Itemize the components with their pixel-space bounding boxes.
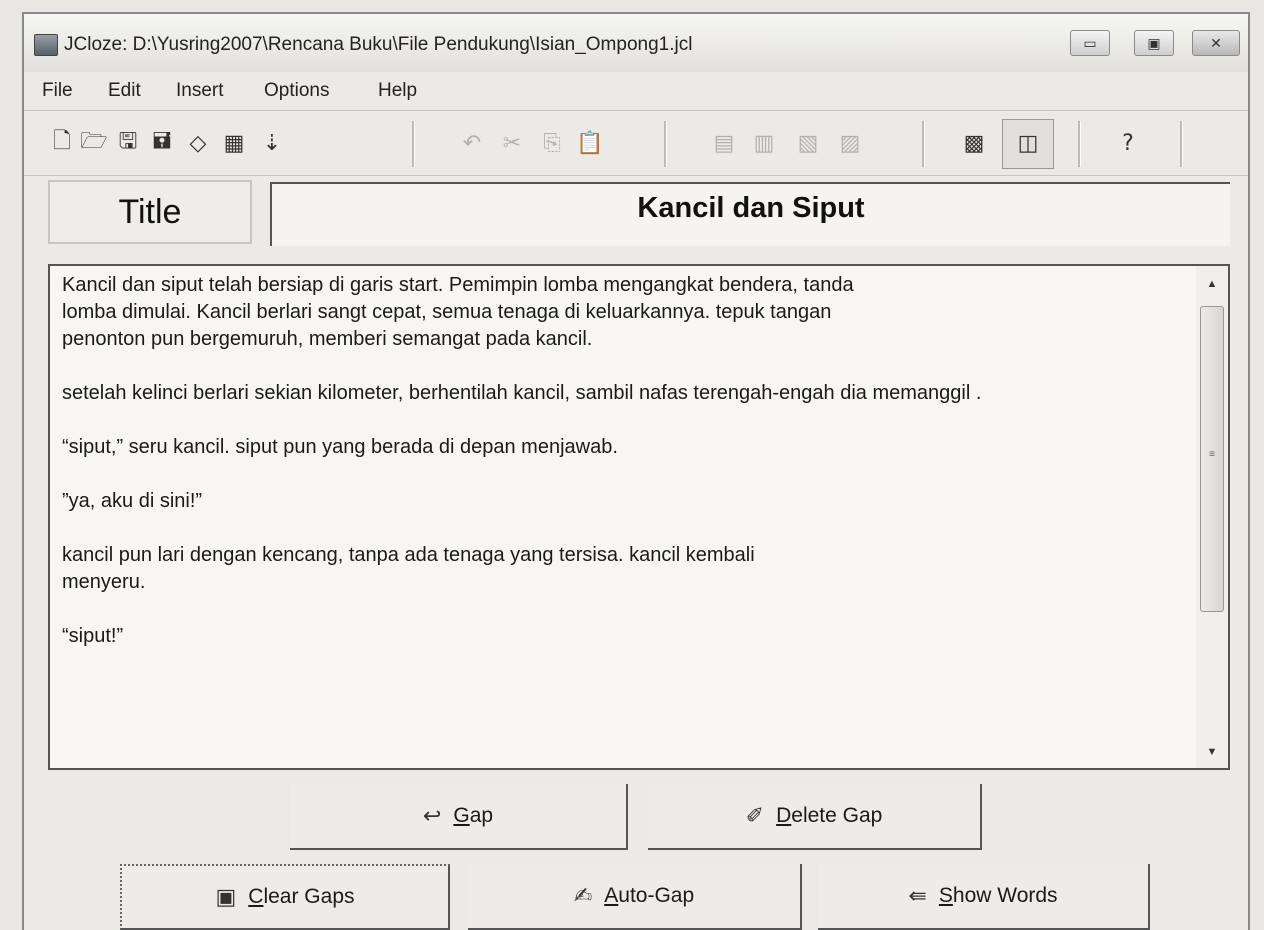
jcloze-window: JCloze: D:\Yusring2007\Rencana Buku\File… [22, 12, 1250, 930]
save-icon[interactable]: 🖫 [114, 129, 142, 157]
title-input[interactable]: Kancil dan Siput [270, 182, 1230, 246]
gap-button[interactable]: ↩ Gap [290, 784, 628, 850]
title-value: Kancil dan Siput [637, 192, 865, 224]
menu-edit[interactable]: Edit [108, 80, 141, 102]
text-paragraph: “siput,” seru kancil. siput pun yang ber… [62, 436, 618, 458]
view-mode-a-icon[interactable]: ▩ [960, 129, 988, 157]
copy-icon[interactable]: ⎘ [538, 129, 566, 157]
toolbar-separator [412, 121, 415, 167]
help-icon[interactable]: ? [1114, 129, 1142, 157]
toolbar-separator [922, 121, 925, 167]
delete-gap-button-label: Delete Gap [776, 804, 883, 827]
toolbar: 🗋 🗁 🖫 🖬 ◇ ▦ ⇣ ↶ ✂ ⎘ 📋 ▤ ▥ ▧ ▨ ▩ ◫ ? [24, 110, 1248, 176]
clear-gaps-button-label: Clear Gaps [248, 885, 355, 908]
clear-gaps-icon: ▣ [215, 884, 237, 910]
show-words-icon: ⇚ [908, 883, 927, 909]
window-title: JCloze: D:\Yusring2007\Rencana Buku\File… [64, 34, 693, 55]
auto-gap-button-label: Auto-Gap [604, 884, 695, 907]
menu-bar: File Edit Insert Options Help [24, 72, 1248, 110]
exercise-text-area[interactable]: Kancil dan siput telah bersiap di garis … [48, 264, 1230, 770]
new-file-icon[interactable]: 🗋 [48, 129, 76, 157]
delete-gap-button[interactable]: ✐ Delete Gap [648, 784, 982, 850]
menu-file[interactable]: File [42, 80, 73, 102]
open-folder-icon[interactable]: 🗁 [80, 129, 108, 157]
scroll-thumb[interactable]: ≡ [1200, 306, 1224, 612]
scroll-up-arrow-icon[interactable]: ▲ [1204, 276, 1220, 292]
view-mode-b-icon[interactable]: ◫ [1014, 129, 1042, 157]
vertical-scrollbar[interactable]: ▲ ≡ ▼ [1196, 266, 1228, 768]
create-web-page-icon[interactable]: ◇ [184, 129, 212, 157]
delete-gap-icon: ✐ [745, 803, 765, 829]
replace-icon[interactable]: ▨ [836, 129, 864, 157]
scroll-down-arrow-icon[interactable]: ▼ [1204, 744, 1220, 760]
gap-button-label: Gap [453, 804, 494, 827]
gap-icon: ↩ [422, 803, 442, 829]
app-icon [34, 34, 58, 56]
text-paragraph: “siput!” [62, 625, 124, 647]
menu-help[interactable]: Help [378, 80, 417, 102]
title-bar[interactable]: JCloze: D:\Yusring2007\Rencana Buku\File… [24, 14, 1248, 72]
grip-icon: ≡ [1209, 449, 1215, 460]
text-paragraph: Kancil dan siput telah bersiap di garis … [62, 274, 854, 350]
minimize-button[interactable]: ▭ [1070, 30, 1110, 56]
toolbar-separator [664, 121, 667, 167]
export-icon[interactable]: ▦ [220, 129, 248, 157]
maximize-button[interactable]: ▣ [1134, 30, 1174, 56]
exercise-text: Kancil dan siput telah bersiap di garis … [62, 272, 1192, 650]
cut-icon[interactable]: ✂ [498, 129, 526, 157]
show-words-button-label: Show Words [938, 884, 1058, 907]
text-paragraph: setelah kelinci berlari sekian kilometer… [62, 382, 982, 404]
toolbar-separator [1180, 121, 1183, 167]
save-as-icon[interactable]: 🖬 [148, 129, 176, 157]
close-button[interactable]: ✕ [1192, 30, 1240, 56]
text-paragraph: kancil pun lari dengan kencang, tanpa ad… [62, 544, 755, 593]
clear-gaps-button[interactable]: ▣ Clear Gaps [120, 864, 450, 930]
text-paragraph: ”ya, aku di sini!” [62, 490, 203, 512]
toolbar-separator [1078, 121, 1081, 167]
show-words-button[interactable]: ⇚ Show Words [818, 864, 1150, 930]
auto-gap-icon: ✍ [573, 883, 593, 909]
paste-icon[interactable]: 📋 [576, 129, 604, 157]
find-icon[interactable]: ▧ [794, 129, 822, 157]
download-icon[interactable]: ⇣ [258, 129, 286, 157]
menu-options[interactable]: Options [264, 80, 329, 102]
auto-gap-button[interactable]: ✍ Auto-Gap [468, 864, 802, 930]
layers-icon[interactable]: ▥ [750, 129, 778, 157]
undo-icon[interactable]: ↶ [458, 129, 486, 157]
menu-insert[interactable]: Insert [176, 80, 224, 102]
gap-tool-icon[interactable]: ▤ [710, 129, 738, 157]
title-label: Title [48, 180, 252, 244]
